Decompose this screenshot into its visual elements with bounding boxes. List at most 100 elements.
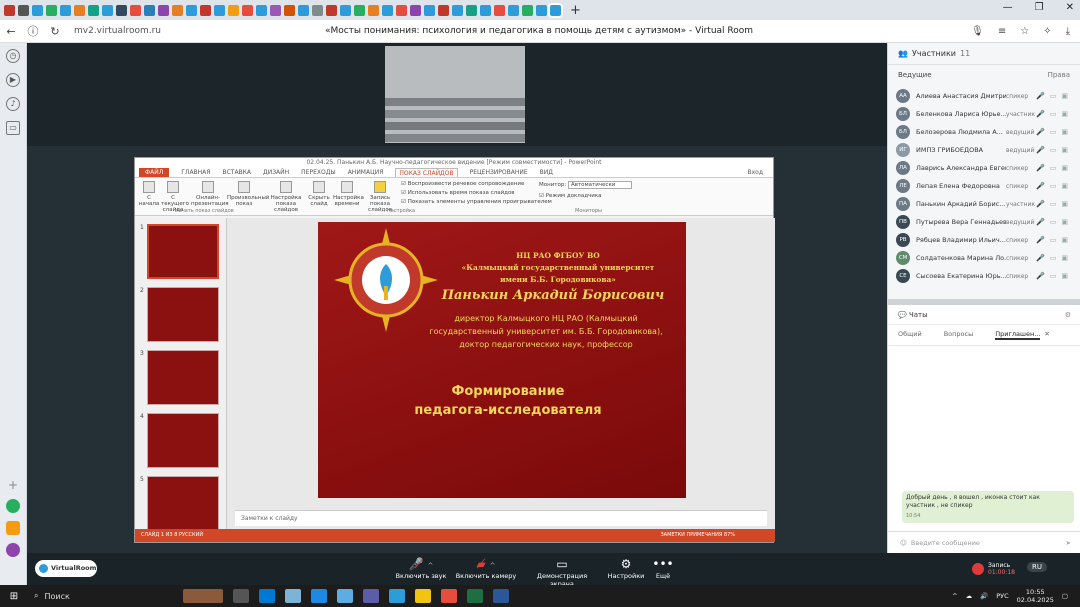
chevron-up-icon[interactable]: ^ <box>952 592 957 600</box>
tab-favicon[interactable] <box>74 4 85 16</box>
hide-slide-button[interactable]: Скрыть слайд <box>307 181 331 207</box>
download-icon[interactable]: ⤓ <box>1066 26 1070 37</box>
ppt-tab-view[interactable]: ВИД <box>540 168 553 177</box>
camera-icon[interactable]: ▭ <box>1050 236 1057 244</box>
add-icon[interactable]: + <box>6 479 20 493</box>
camera-icon[interactable]: ▭ <box>1050 272 1057 280</box>
slide-thumbnail[interactable] <box>147 413 219 468</box>
tab-favicon[interactable] <box>18 4 29 16</box>
chat-tab-invited[interactable]: Приглашен... <box>995 330 1041 340</box>
monitor-select[interactable]: Монитор: Автоматически <box>539 181 632 189</box>
close-window-icon[interactable]: ✕ <box>1066 2 1074 13</box>
search-highlight-image[interactable] <box>183 589 223 603</box>
participant-row[interactable]: АА Алиева Анастасия Дмитри... спикер 🎤 ▭ ▣ <box>888 87 1080 105</box>
taskbar-search[interactable]: ⌕ Поиск <box>28 585 178 607</box>
camera-icon[interactable]: ▭ <box>1050 164 1057 172</box>
mic-icon[interactable]: 🎤 <box>1036 182 1045 190</box>
tab-favicon[interactable] <box>242 4 253 16</box>
screen-share-icon[interactable]: ▣ <box>1061 128 1068 136</box>
tab-favicon[interactable] <box>340 4 351 16</box>
tab-favicon[interactable] <box>494 4 505 16</box>
tab-favicon[interactable] <box>480 4 491 16</box>
participant-video[interactable] <box>385 46 525 143</box>
emoji-icon[interactable]: ☺ <box>900 539 911 547</box>
screen-share-button[interactable]: ▭ Демонстрация экрана <box>526 557 598 588</box>
rehearse-timings-button[interactable]: Настройка времени <box>333 181 364 207</box>
recording-indicator[interactable]: Запись 01:00:18 <box>972 562 1015 576</box>
app-icon[interactable] <box>389 589 405 603</box>
ppt-tab-insert[interactable]: ВСТАВКА <box>222 168 251 177</box>
extensions-icon[interactable]: ✧ <box>1043 26 1051 37</box>
tab-favicon[interactable] <box>32 4 43 16</box>
ppt-tab-slideshow[interactable]: ПОКАЗ СЛАЙДОВ <box>395 168 458 177</box>
send-icon[interactable]: ➤ <box>1066 539 1080 547</box>
play-icon[interactable]: ▶ <box>6 73 20 87</box>
app-icon[interactable] <box>6 521 20 535</box>
app-icon[interactable] <box>363 589 379 603</box>
tab-favicon[interactable] <box>508 4 519 16</box>
tv-icon[interactable]: ▭ <box>6 121 20 135</box>
file-explorer-icon[interactable] <box>415 589 431 603</box>
chat-tab-general[interactable]: Общий <box>898 330 922 340</box>
tab-favicon[interactable] <box>424 4 435 16</box>
minimize-icon[interactable]: — <box>1003 2 1013 13</box>
tab-favicon[interactable] <box>382 4 393 16</box>
tab-favicon[interactable] <box>172 4 183 16</box>
tab-favicon[interactable] <box>466 4 477 16</box>
active-tab-favicon[interactable] <box>548 2 563 18</box>
new-tab-icon[interactable]: + <box>570 3 581 18</box>
camera-icon[interactable]: ▭ <box>1050 218 1057 226</box>
online-present-button[interactable]: Онлайн-презентация <box>191 181 229 207</box>
tab-favicon[interactable] <box>116 4 127 16</box>
ppt-tab-review[interactable]: РЕЦЕНЗИРОВАНИЕ <box>470 168 528 177</box>
tab-favicon[interactable] <box>452 4 463 16</box>
participant-row[interactable]: ПА Панькин Аркадий Борис... участник 🎤 ▭ ▣ <box>888 195 1080 213</box>
narration-checkbox[interactable]: ☑ Воспроизвести речевое сопровождение <box>401 180 552 189</box>
from-start-button[interactable]: С начала <box>137 181 161 207</box>
slide-thumbnail[interactable] <box>147 287 219 342</box>
slide-notes[interactable]: Заметки к слайду <box>235 510 767 526</box>
media-controls-checkbox[interactable]: ☑ Показать элементы управления проигрыва… <box>401 198 552 207</box>
slide-thumbnail[interactable] <box>147 224 219 279</box>
participant-role[interactable]: участник <box>1006 201 1036 208</box>
tab-favicon[interactable] <box>130 4 141 16</box>
camera-icon[interactable]: ▭ <box>1050 200 1057 208</box>
tab-favicon[interactable] <box>312 4 323 16</box>
tab-favicon[interactable] <box>102 4 113 16</box>
menu-icon[interactable]: ≡ <box>998 26 1006 37</box>
slide-thumbnail[interactable] <box>147 476 219 531</box>
screen-share-icon[interactable]: ▣ <box>1061 254 1068 262</box>
tab-favicon[interactable] <box>158 4 169 16</box>
mic-icon[interactable]: 🎤 <box>1036 236 1045 244</box>
maximize-icon[interactable]: ❐ <box>1035 2 1044 13</box>
mic-button[interactable]: 🎤̸ ^ Включить звук <box>389 557 453 580</box>
ppt-tab-home[interactable]: ГЛАВНАЯ <box>181 168 210 177</box>
clock[interactable]: 10:55 02.04.2025 <box>1017 588 1054 604</box>
tab-favicon[interactable] <box>200 4 211 16</box>
mic-icon[interactable]: 🎤 <box>1036 146 1045 154</box>
participant-role[interactable]: спикер <box>1006 237 1036 244</box>
tab-favicon[interactable] <box>368 4 379 16</box>
app-icon[interactable] <box>337 589 353 603</box>
participant-role[interactable]: ведущий <box>1006 129 1036 136</box>
presenter-view-checkbox[interactable]: ☑ Режим докладчика <box>539 193 602 199</box>
camera-icon[interactable]: ▭ <box>1050 128 1057 136</box>
camera-icon[interactable]: ▭ <box>1050 110 1057 118</box>
tab-favicon[interactable] <box>46 4 57 16</box>
participant-row[interactable]: ПВ Путырева Вера Геннадьевна ведущий 🎤 ▭ ▣ <box>888 213 1080 231</box>
tab-favicon[interactable] <box>522 4 533 16</box>
more-button[interactable]: ••• Ещё <box>631 557 695 580</box>
url-field[interactable]: mv2.virtualroom.ru <box>74 26 294 36</box>
mic-indicator-icon[interactable]: 🎙 <box>971 26 984 37</box>
ppt-tab-design[interactable]: ДИЗАЙН <box>263 168 289 177</box>
bookmark-icon[interactable]: ☆ <box>1020 26 1029 37</box>
tab-favicon[interactable] <box>270 4 281 16</box>
mic-icon[interactable]: 🎤 <box>1036 92 1045 100</box>
excel-icon[interactable] <box>467 589 483 603</box>
camera-button[interactable]: ▰̸ ^ Включить камеру <box>454 557 518 580</box>
mic-icon[interactable]: 🎤 <box>1036 110 1045 118</box>
view-status[interactable]: ЗАМЕТКИ ПРИМЕЧАНИЯ 87% <box>660 529 735 542</box>
notifications-icon[interactable]: ▢ <box>1062 592 1068 600</box>
edge-icon[interactable] <box>311 589 327 603</box>
music-icon[interactable]: ♪ <box>6 97 20 111</box>
